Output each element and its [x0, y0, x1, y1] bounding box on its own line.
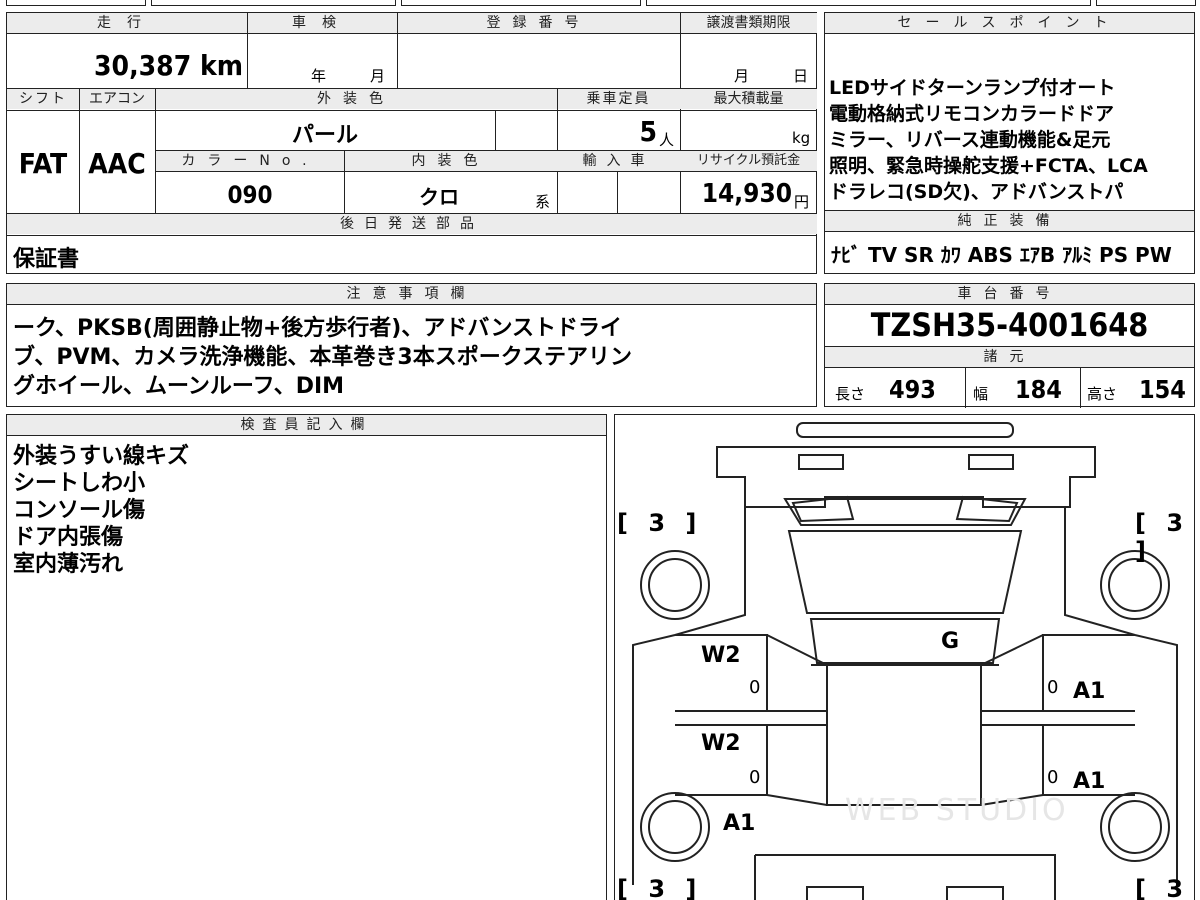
notes-text: ーク、PKSB(周囲静止物+後方歩行者)、アドバンストドライ ブ、PVM、カメラ…	[13, 314, 632, 401]
bracket-top-right: [ 3 ]	[1135, 509, 1190, 565]
notes-label: 注意事項欄	[7, 284, 816, 305]
equipment-label: 純正装備	[825, 211, 1194, 232]
inspector-line: シートしわ小	[13, 471, 146, 496]
interior-color-suffix: 系	[535, 193, 551, 211]
transfer-month: 月	[734, 67, 750, 85]
sales-points-panel: セールスポイント LEDサイドターンランプ付オート 電動格納式リモコンカラードド…	[824, 12, 1195, 211]
mileage-value: 30,387 km	[94, 49, 243, 82]
color-no-label: カラーNo.	[156, 151, 344, 171]
notes-line: ブ、PVM、カメラ洗浄機能、本革巻き3本スポークステアリン	[13, 345, 633, 370]
bracket-bottom-right: [ 3 ]	[1135, 875, 1190, 900]
height-value: 154	[1139, 375, 1186, 404]
bracket-top-left: [ 3 ]	[617, 509, 703, 537]
max-load-label: 最大積載量	[680, 89, 817, 109]
inspector-line: ドア内張傷	[13, 525, 124, 550]
inspection-year: 年	[311, 67, 327, 85]
recycle-label: リサイクル預託金	[680, 151, 817, 171]
max-load-unit: kg	[792, 129, 811, 147]
color-no-value: 090	[227, 181, 273, 209]
later-parts-label: 後日発送部品	[7, 214, 817, 234]
mileage-label: 走行	[7, 13, 247, 33]
zero-mark: 0	[749, 767, 761, 788]
watermark: WEB STUDIO	[845, 793, 1069, 828]
sales-point-line: ドラレコ(SD欠)、アドバンストパ	[829, 181, 1124, 203]
zero-mark: 0	[1047, 767, 1059, 788]
capacity-unit: 人	[659, 131, 675, 149]
top-stub-row	[6, 0, 1196, 8]
recycle-value: 14,930	[701, 179, 792, 209]
specs-label: 諸元	[825, 347, 1194, 368]
inspector-line: コンソール傷	[13, 498, 146, 523]
zero-mark: 0	[749, 677, 761, 698]
damage-mark-a1-right-rear: A1	[1073, 769, 1106, 794]
sales-point-line: LEDサイドターンランプ付オート	[829, 77, 1116, 99]
capacity-label: 乗車定員	[557, 89, 680, 109]
inspector-text: 外装うすい線キズ シートしわ小 コンソール傷 ドア内張傷 室内薄汚れ	[13, 443, 189, 578]
height-label: 高さ	[1087, 385, 1118, 403]
damage-mark-w2-rear: W2	[701, 731, 741, 756]
sales-points-text: LEDサイドターンランプ付オート 電動格納式リモコンカラードドア ミラー、リバー…	[829, 75, 1148, 205]
interior-color-value: クロ	[419, 185, 459, 209]
inspector-line: 外装うすい線キズ	[13, 444, 190, 469]
length-label: 長さ	[835, 385, 866, 403]
equipment-panel: 純正装備 ﾅﾋﾞ TV SR ｶﾜ ABS ｴｱB ｱﾙﾐ PS PW	[824, 210, 1195, 274]
exterior-color-label: 外装色	[155, 89, 557, 109]
aircon-value: AAC	[88, 147, 146, 180]
import-label: 輸入車	[557, 151, 680, 171]
aircon-label: エアコン	[79, 89, 155, 109]
exterior-color-value: パール	[291, 123, 358, 148]
registration-label: 登録番号	[397, 13, 680, 33]
damage-mark-a1-left-rear: A1	[723, 811, 756, 836]
vehicle-info-table: 走行 車検 登録番号 譲渡書類期限 30,387 km 年 月 月 日 シフト …	[6, 12, 817, 274]
bracket-bottom-left: [ 3 ]	[617, 875, 703, 900]
interior-color-label: 内装色	[344, 151, 557, 171]
damage-mark-w2-front: W2	[701, 643, 741, 668]
damage-mark-g: G	[941, 629, 960, 654]
sales-point-line: 照明、緊急時操舵支援+FCTA、LCA	[829, 155, 1148, 177]
recycle-unit: 円	[794, 193, 810, 211]
inspector-label: 検査員記入欄	[7, 415, 606, 436]
inspection-label: 車検	[247, 13, 397, 33]
inspector-line: 室内薄汚れ	[13, 552, 124, 577]
zero-mark: 0	[1047, 677, 1059, 698]
car-diagram-panel: WEB STUDIO [ 3 ] [ 3 ] [ 3 ] [ 3 ] W2 W2…	[614, 414, 1195, 900]
inspector-panel: 検査員記入欄 外装うすい線キズ シートしわ小 コンソール傷 ドア内張傷 室内薄汚…	[6, 414, 607, 900]
later-parts-value: 保証書	[13, 247, 80, 272]
sales-points-label: セールスポイント	[825, 13, 1194, 34]
notes-line: ーク、PKSB(周囲静止物+後方歩行者)、アドバンストドライ	[13, 316, 623, 341]
transfer-deadline-label: 譲渡書類期限	[680, 13, 817, 33]
specs-panel: 諸元 長さ 493 幅 184 高さ 154	[824, 346, 1195, 408]
notes-panel: 注意事項欄 ーク、PKSB(周囲静止物+後方歩行者)、アドバンストドライ ブ、P…	[6, 283, 817, 407]
damage-mark-a1-right-front: A1	[1073, 679, 1106, 704]
capacity-value: 5	[639, 115, 657, 148]
width-value: 184	[1015, 375, 1062, 404]
notes-line: グホイール、ムーンルーフ、DIM	[13, 374, 345, 399]
sales-point-line: 電動格納式リモコンカラードドア	[829, 103, 1115, 125]
equipment-value: ﾅﾋﾞ TV SR ｶﾜ ABS ｴｱB ｱﾙﾐ PS PW	[831, 243, 1172, 267]
chassis-number: TZSH35-4001648	[870, 306, 1149, 344]
shift-value: FAT	[18, 147, 68, 180]
length-value: 493	[889, 375, 936, 404]
inspection-month: 月	[370, 67, 386, 85]
chassis-label: 車台番号	[825, 284, 1194, 305]
width-label: 幅	[973, 385, 989, 403]
sales-point-line: ミラー、リバース連動機能&足元	[829, 129, 1111, 151]
chassis-panel: 車台番号 TZSH35-4001648	[824, 283, 1195, 347]
shift-label: シフト	[7, 89, 79, 109]
transfer-day: 日	[793, 67, 809, 85]
